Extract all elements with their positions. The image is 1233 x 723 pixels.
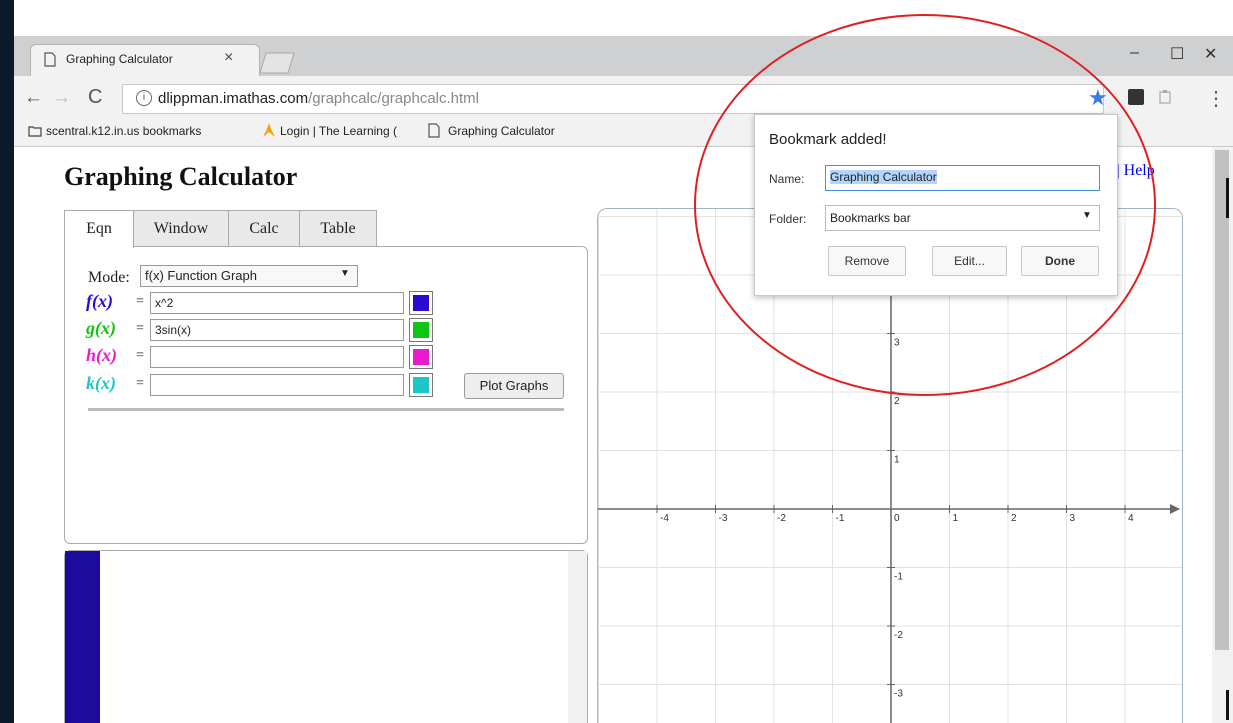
equals-sign: = [136, 321, 144, 336]
x-tick-label: 2 [1011, 513, 1017, 524]
tab-table[interactable]: Table [299, 210, 377, 246]
k-input[interactable] [150, 374, 404, 396]
folder-icon [28, 126, 42, 137]
g-color-fill [413, 322, 429, 338]
equals-sign: = [136, 294, 144, 309]
mode-label: Mode: [88, 269, 130, 286]
window-edge [1226, 178, 1229, 218]
page-icon [428, 123, 440, 138]
url-text[interactable]: dlippman.imathas.com/graphcalc/graphcalc… [158, 90, 479, 107]
url-host: dlippman.imathas.com [158, 90, 309, 107]
new-tab-button[interactable] [258, 52, 296, 74]
g-color-swatch[interactable] [409, 318, 433, 342]
x-tick-label: 3 [1070, 513, 1076, 524]
x-tick-label: -2 [777, 513, 786, 524]
extension-puzzle-icon[interactable] [1158, 89, 1172, 105]
tab-eqn[interactable]: Eqn [64, 210, 134, 248]
desktop-left-edge [0, 0, 14, 723]
close-window-icon[interactable]: ✕ [1204, 44, 1217, 64]
page-scrollbar-thumb[interactable] [1215, 150, 1229, 650]
output-scrollbar[interactable] [568, 551, 587, 723]
page-icon [44, 52, 56, 67]
page-title: Graphing Calculator [64, 162, 298, 191]
tab-window[interactable]: Window [133, 210, 229, 246]
learning-logo-icon [263, 123, 275, 137]
tab-close-icon[interactable]: × [224, 49, 233, 67]
x-axis-arrow [1170, 504, 1180, 514]
divider [88, 408, 564, 411]
h-color-fill [413, 349, 429, 365]
browser-menu-icon[interactable]: ⋮ [1206, 86, 1226, 111]
f-input[interactable]: x^2 [150, 292, 404, 314]
bookmark-item-graphing-calculator[interactable]: Graphing Calculator [448, 124, 555, 138]
equals-sign: = [136, 348, 144, 363]
forward-arrow-icon[interactable]: → [52, 87, 71, 109]
function-name-g: g(x) [86, 318, 116, 338]
bookmark-item-scentral[interactable]: scentral.k12.in.us bookmarks [46, 124, 201, 138]
function-name-k: k(x) [86, 373, 116, 393]
h-input[interactable] [150, 346, 404, 368]
x-tick-label: 4 [1128, 513, 1134, 524]
plot-graphs-button[interactable]: Plot Graphs [464, 373, 564, 399]
y-tick-label: -1 [894, 572, 903, 583]
chevron-down-icon: ▼ [340, 268, 350, 279]
reload-icon[interactable]: C [88, 86, 102, 109]
f-color-swatch[interactable] [409, 291, 433, 315]
g-input[interactable]: 3sin(x) [150, 319, 404, 341]
x-tick-label: -1 [836, 513, 845, 524]
window-edge [1226, 690, 1229, 720]
k-color-fill [413, 377, 429, 393]
output-color-bar [65, 551, 100, 723]
function-name-h: h(x) [86, 345, 117, 365]
y-tick-label: -2 [894, 630, 903, 641]
output-panel [64, 550, 588, 723]
x-tick-label: -4 [660, 513, 669, 524]
back-arrow-icon[interactable]: ← [24, 87, 43, 109]
annotation-circle [694, 14, 1156, 396]
browser-tab-title: Graphing Calculator [66, 52, 173, 66]
x-tick-label: 0 [894, 513, 900, 524]
equals-sign: = [136, 376, 144, 391]
y-tick-label: -3 [894, 689, 903, 700]
site-info-icon[interactable]: i [136, 90, 152, 106]
maximize-icon[interactable]: ☐ [1170, 44, 1184, 64]
url-path: /graphcalc/graphcalc.html [308, 90, 479, 107]
x-tick-label: -3 [719, 513, 728, 524]
f-color-fill [413, 295, 429, 311]
function-name-f: f(x) [86, 291, 113, 311]
h-color-swatch[interactable] [409, 345, 433, 369]
bookmark-item-login[interactable]: Login | The Learning ( [280, 124, 397, 138]
tab-calc[interactable]: Calc [228, 210, 300, 246]
k-color-swatch[interactable] [409, 373, 433, 397]
x-tick-label: 1 [953, 513, 959, 524]
y-tick-label: 1 [894, 455, 900, 466]
mode-select[interactable]: f(x) Function Graph [140, 265, 358, 287]
